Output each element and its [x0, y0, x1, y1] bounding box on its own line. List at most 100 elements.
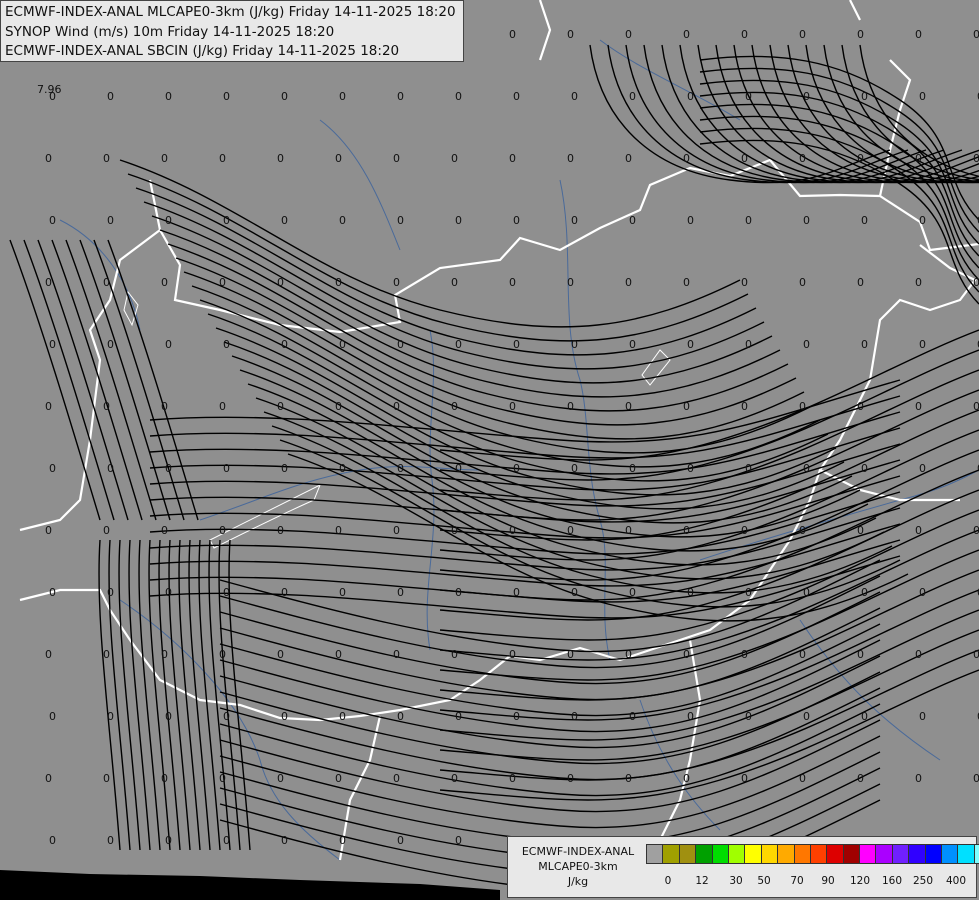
legend-swatch [842, 844, 861, 864]
cin-value-label: 0 [223, 586, 230, 599]
cin-value-label: 0 [49, 338, 56, 351]
cin-value-label: 0 [629, 710, 636, 723]
legend-title-line2: MLCAPE0-3km [538, 860, 618, 873]
cin-value-label: 0 [629, 214, 636, 227]
cin-value-label: 0 [861, 90, 868, 103]
cin-value-label: 0 [49, 834, 56, 847]
cin-value-label: 0 [803, 90, 810, 103]
cin-value-label: 0 [49, 710, 56, 723]
cin-value-label: 0 [857, 276, 864, 289]
cin-value-label: 0 [103, 152, 110, 165]
cin-value-label: 0 [103, 524, 110, 537]
cin-value-label: 0 [799, 152, 806, 165]
cin-value-label: 0 [625, 152, 632, 165]
cin-value-label: 0 [919, 586, 926, 599]
cin-value-label: 0 [165, 462, 172, 475]
legend-tick-label: 90 [821, 875, 835, 887]
cin-value-label: 0 [219, 276, 226, 289]
cin-value-label: 0 [165, 586, 172, 599]
cin-value-label: 0 [683, 276, 690, 289]
cin-value-label: 0 [803, 710, 810, 723]
cin-value-label: 0 [915, 152, 922, 165]
cin-value-label: 0 [745, 462, 752, 475]
cin-value-label: 0 [397, 338, 404, 351]
legend-tick-label: 400 [945, 875, 967, 887]
cin-value-label: 0 [513, 710, 520, 723]
cin-value-label: 0 [857, 400, 864, 413]
cin-value-label: 0 [451, 152, 458, 165]
cin-value-label: 0 [223, 462, 230, 475]
cin-value-label: 0 [803, 338, 810, 351]
cin-value-label: 0 [571, 586, 578, 599]
cin-value-label: 0 [393, 648, 400, 661]
legend-tick-label: 0 [664, 875, 672, 887]
cin-value-label: 0 [103, 400, 110, 413]
cin-value-label: 0 [745, 338, 752, 351]
cin-value-label: 0 [281, 214, 288, 227]
cin-value-label: 0 [455, 462, 462, 475]
legend-swatch [957, 844, 975, 864]
legend-title: ECMWF-INDEX-ANAL MLCAPE0-3km J/kg [512, 844, 644, 889]
cin-value-label: 0 [103, 276, 110, 289]
cin-value-label: 0 [571, 90, 578, 103]
cin-value-label: 0 [571, 338, 578, 351]
legend-tick-label: 70 [790, 875, 804, 887]
cin-value-label: 0 [103, 648, 110, 661]
cin-value-label: 0 [919, 338, 926, 351]
cin-value-label: 0 [281, 338, 288, 351]
color-legend: ECMWF-INDEX-ANAL MLCAPE0-3km J/kg 0 12 30 5… [507, 836, 979, 898]
cin-value-label: 0 [281, 710, 288, 723]
cin-value-label: 0 [107, 462, 114, 475]
cin-value-label: 0 [161, 772, 168, 785]
legend-tick-label: 120 [849, 875, 871, 887]
cin-value-label: 0 [45, 524, 52, 537]
cin-value-label: 0 [571, 462, 578, 475]
cin-value-label: 0 [513, 462, 520, 475]
cin-value-label: 0 [683, 772, 690, 785]
legend-swatch [973, 844, 979, 864]
legend-swatch [793, 844, 811, 864]
cin-value-label: 0 [509, 648, 516, 661]
cin-value-label: 0 [687, 710, 694, 723]
cin-value-label: 0 [687, 90, 694, 103]
cin-value-label: 0 [625, 772, 632, 785]
cin-value-label: 0 [335, 772, 342, 785]
cin-value-label: 0 [513, 586, 520, 599]
legend-swatch [760, 844, 779, 864]
cin-value-label: 0 [455, 710, 462, 723]
header-line-cape: ECMWF-INDEX-ANAL MLCAPE0-3km (J/kg) Frid… [5, 4, 456, 20]
cin-value-label: 0 [393, 524, 400, 537]
cin-value-label: 0 [567, 276, 574, 289]
cin-value-label: 0 [857, 152, 864, 165]
cin-value-label: 0 [683, 524, 690, 537]
cin-value-label: 0 [625, 276, 632, 289]
cin-value-label: 0 [857, 772, 864, 785]
cin-value-label: 0 [103, 772, 110, 785]
cin-value-label: 0 [629, 90, 636, 103]
cin-value-label: 0 [335, 276, 342, 289]
cin-value-label: 0 [571, 710, 578, 723]
cin-value-label: 0 [973, 772, 979, 785]
cin-value-label: 0 [49, 586, 56, 599]
cin-value-label: 0 [223, 90, 230, 103]
cin-value-label: 0 [687, 586, 694, 599]
cin-value-label: 0 [625, 400, 632, 413]
cin-value-label: 0 [915, 28, 922, 41]
cin-value-label: 0 [281, 586, 288, 599]
cin-value-label: 0 [165, 90, 172, 103]
legend-swatch [941, 844, 959, 864]
cin-value-label: 0 [339, 90, 346, 103]
cin-value-label: 0 [335, 400, 342, 413]
cin-value-label: 0 [223, 710, 230, 723]
cin-value-label: 0 [165, 214, 172, 227]
cin-value-label: 0 [571, 214, 578, 227]
cin-value-label: 0 [165, 710, 172, 723]
cin-value-label: 0 [49, 462, 56, 475]
cin-value-label: 0 [451, 772, 458, 785]
legend-swatch [727, 844, 746, 864]
cin-value-label: 0 [683, 400, 690, 413]
cin-value-label: 0 [393, 400, 400, 413]
legend-ticks: 0 12 30 50 70 90 120 160 250 400 [646, 875, 976, 889]
cin-value-label: 0 [107, 834, 114, 847]
cin-value-label: 0 [107, 710, 114, 723]
